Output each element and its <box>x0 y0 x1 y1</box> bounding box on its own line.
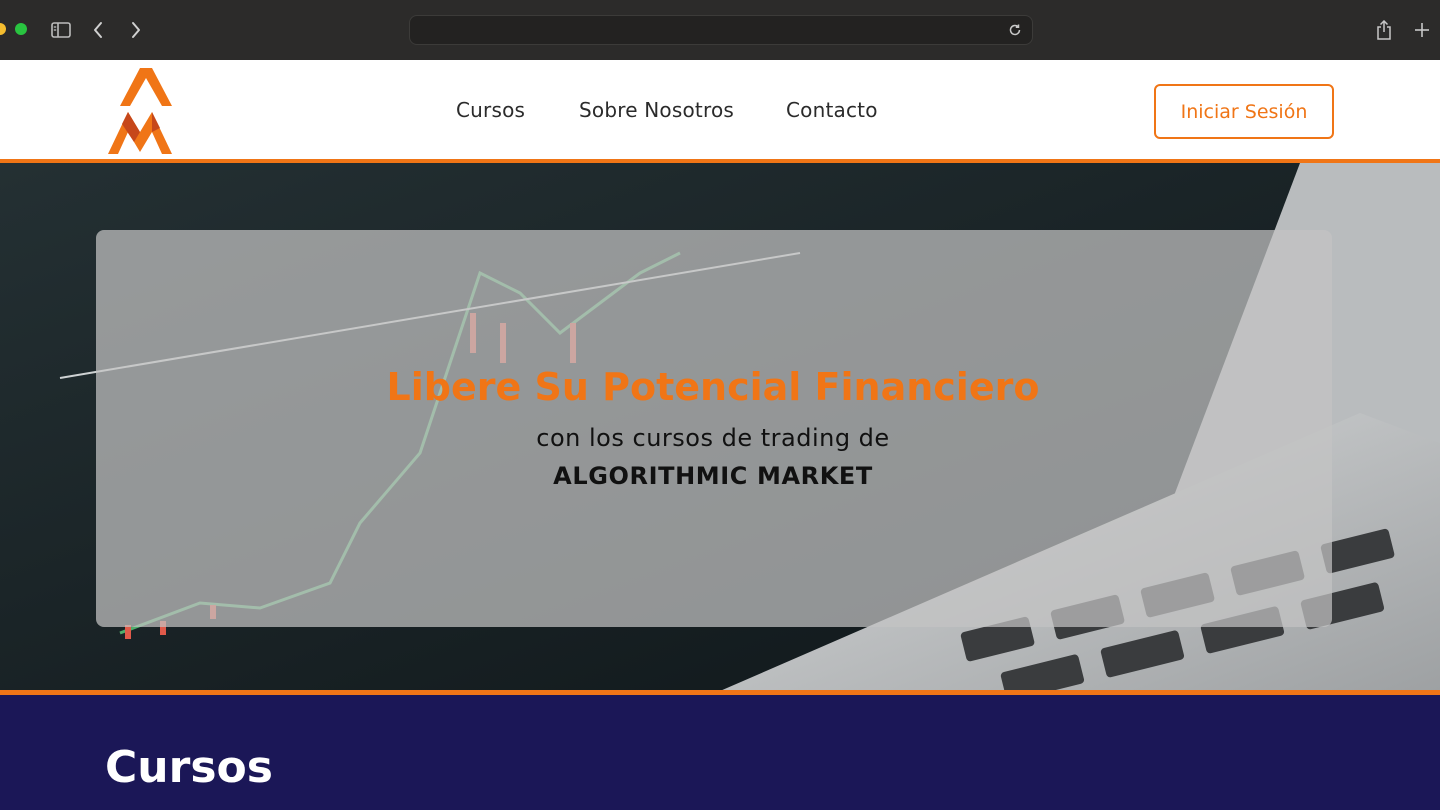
site-header: Cursos Sobre Nosotros Contacto Iniciar S… <box>0 60 1440 163</box>
reload-icon[interactable] <box>1002 17 1028 43</box>
hero-brand-name: ALGORITHMIC MARKET <box>553 462 873 490</box>
share-icon[interactable] <box>1370 16 1398 44</box>
zoom-window-button[interactable] <box>15 23 27 35</box>
new-tab-icon[interactable] <box>1408 16 1436 44</box>
login-button[interactable]: Iniciar Sesión <box>1154 84 1334 139</box>
back-icon[interactable] <box>84 16 112 44</box>
nav-link-contacto[interactable]: Contacto <box>786 98 878 122</box>
hero-subtitle: con los cursos de trading de <box>536 424 890 452</box>
algorithmic-market-logo[interactable] <box>100 66 180 156</box>
hero-title: Libere Su Potencial Financiero <box>386 365 1040 409</box>
forward-icon[interactable] <box>122 16 150 44</box>
nav-link-cursos[interactable]: Cursos <box>456 98 525 122</box>
nav-link-sobre-nosotros[interactable]: Sobre Nosotros <box>579 98 734 122</box>
courses-section-title: Cursos <box>105 742 273 793</box>
courses-section: Cursos <box>0 695 1440 810</box>
minimize-window-button[interactable] <box>0 23 6 35</box>
address-bar[interactable] <box>409 15 1033 45</box>
sidebar-icon[interactable] <box>47 16 75 44</box>
browser-toolbar <box>0 0 1440 60</box>
